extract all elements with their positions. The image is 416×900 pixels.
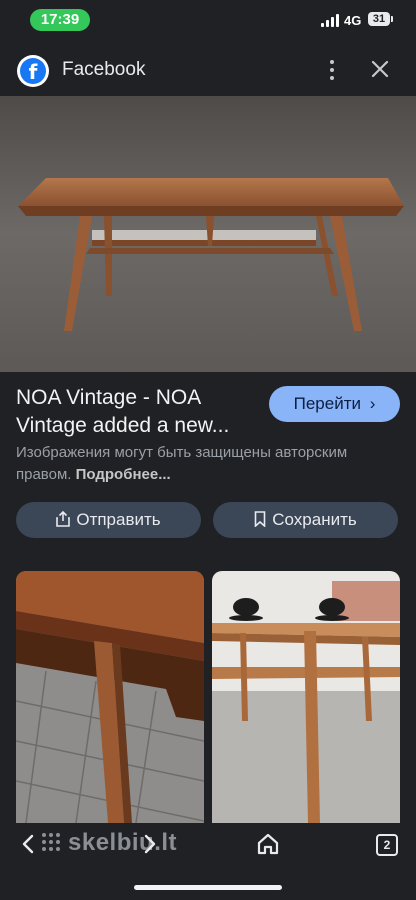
close-icon[interactable] [368, 57, 392, 81]
bookmark-icon [254, 511, 266, 528]
result-title[interactable]: NOA Vintage - NOA Vintage added a new... [16, 384, 256, 440]
facebook-logo-icon: f [17, 55, 49, 87]
save-button[interactable]: Сохранить [213, 502, 398, 538]
go-button[interactable]: Перейти › [269, 386, 400, 422]
bottom-nav-bar: skelbiu.lt 2 [0, 823, 416, 900]
copyright-text: Изображения могут быть защищены авторски… [16, 444, 348, 483]
watermark-text: skelbiu.lt [68, 829, 178, 856]
chevron-right-icon: › [369, 394, 376, 413]
header-title: Facebook [62, 59, 146, 80]
tabs-count-button[interactable]: 2 [376, 834, 398, 856]
facebook-logo-letter: f [20, 58, 46, 84]
share-icon [56, 510, 71, 527]
forward-arrow-icon[interactable] [138, 833, 160, 855]
status-bar: 17:39 4G 31 [0, 0, 416, 44]
go-button-label: Перейти [293, 394, 361, 413]
home-icon[interactable] [256, 832, 280, 856]
more-link[interactable]: Подробнее... [76, 466, 171, 483]
related-image-1[interactable] [16, 571, 204, 823]
home-indicator[interactable] [134, 885, 282, 890]
more-vert-icon[interactable] [322, 58, 342, 82]
status-time: 17:39 [30, 9, 90, 31]
back-arrow-icon[interactable] [18, 833, 40, 855]
copyright-notice: Изображения могут быть защищены авторски… [16, 442, 400, 486]
share-button[interactable]: Отправить [16, 502, 201, 538]
app-header: f Facebook [0, 44, 416, 96]
signal-icon [321, 13, 341, 27]
share-label: Отправить [76, 510, 161, 529]
related-image-2[interactable] [212, 571, 400, 823]
watermark-logo-icon [40, 831, 62, 853]
save-label: Сохранить [272, 510, 357, 529]
hero-image[interactable] [0, 96, 416, 372]
network-type: 4G [344, 13, 362, 28]
battery-icon: 31 [368, 12, 393, 26]
